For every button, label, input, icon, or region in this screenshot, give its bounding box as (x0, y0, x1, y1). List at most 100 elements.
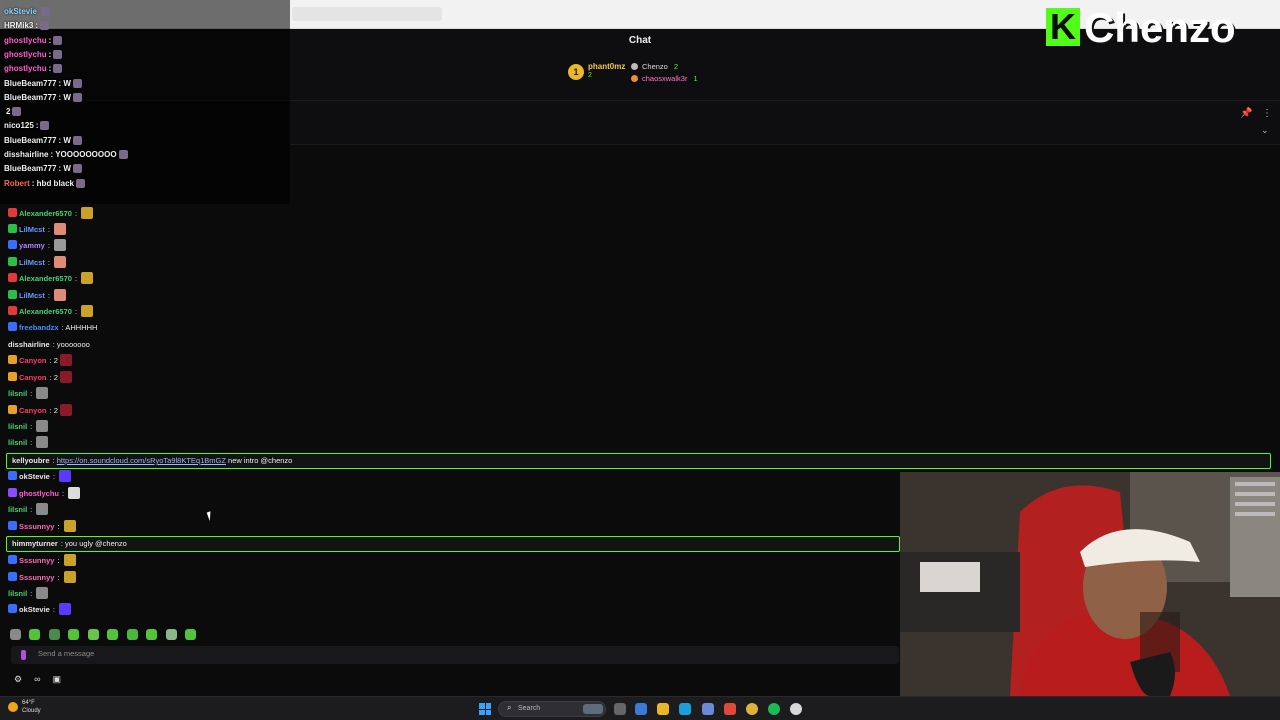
overlay-message: ghostlychu: (4, 64, 63, 74)
overlay-username: ghostlychu (4, 49, 47, 59)
emote-icon[interactable] (87, 629, 99, 641)
message-username[interactable]: yammy (19, 241, 45, 250)
message-username[interactable]: Sssunnyy (19, 522, 54, 531)
emote-icon[interactable] (165, 629, 177, 641)
message-text: 2 (53, 356, 58, 365)
chat-message: Canyon: 2 (8, 404, 72, 418)
overlay-message: BlueBeam777: W (4, 135, 82, 145)
emote-picker-icon[interactable]: ▣ (53, 674, 62, 684)
spotify-icon[interactable] (768, 703, 780, 715)
emote-icon (81, 207, 94, 219)
overlay-message: 2 (4, 107, 22, 117)
taskbar-search[interactable]: ⌕ Search (498, 701, 606, 717)
start-menu-icon[interactable] (479, 703, 491, 715)
emote-icon (54, 223, 67, 235)
gifter-avatar-icon (631, 63, 638, 70)
message-username[interactable]: LilMcst (19, 225, 45, 234)
message-username[interactable]: lilsnil (8, 438, 27, 447)
weather-cond: Cloudy (22, 708, 41, 714)
message-username[interactable]: lilsnil (8, 422, 27, 431)
message-username[interactable]: Sssunnyy (19, 556, 54, 565)
user-badge-icon (8, 405, 17, 414)
overlay-text: : (35, 121, 39, 131)
app-icon[interactable] (702, 703, 714, 715)
chat-message: freebandzx: AHHHHH (8, 321, 97, 335)
gifter-avatar-icon (631, 75, 638, 82)
overlay-username: ghostlychu (4, 64, 47, 74)
emote-icon[interactable] (126, 629, 138, 641)
message-username[interactable]: Alexander6570 (19, 274, 72, 283)
overlay-username: ghostlychu (4, 35, 47, 45)
overlay-message: ghostlychu: (4, 35, 63, 45)
gifter-row: chaosxwalk3r 1 (631, 74, 698, 83)
settings-icon[interactable]: ⚙ (14, 674, 22, 684)
emote-icon[interactable] (146, 629, 158, 641)
message-text: 2 (53, 406, 58, 415)
emote-icon (81, 272, 94, 284)
message-username[interactable]: lilsnil (8, 389, 27, 398)
emote-icon[interactable] (48, 629, 60, 641)
message-username[interactable]: disshairline (8, 340, 50, 349)
emote-icon[interactable] (68, 629, 80, 641)
emote-icon[interactable] (29, 629, 41, 641)
pin-icon[interactable]: 📌 (1240, 108, 1252, 119)
chrome-icon[interactable] (746, 703, 758, 715)
app-icon[interactable] (790, 703, 802, 715)
separator: : (74, 307, 80, 316)
chat-message: LilMcst: (8, 256, 67, 270)
message-username[interactable]: Canyon (19, 356, 47, 365)
browser-tab[interactable] (292, 7, 442, 21)
message-username[interactable]: Alexander6570 (19, 307, 72, 316)
message-username[interactable]: LilMcst (19, 291, 45, 300)
overlay-message: disshairline: YOOOOOOOOO (4, 150, 128, 159)
overlay-message: nico125: (4, 121, 50, 131)
message-username[interactable]: himmyturner (12, 539, 58, 548)
message-username[interactable]: lilsnil (8, 505, 27, 514)
message-username[interactable]: Canyon (19, 406, 47, 415)
gifter-leaderboard[interactable]: 1 phant0mz 2 Chenzo 2 chaosxwalk3r 1 (568, 61, 728, 87)
message-username[interactable]: okStevie (19, 605, 50, 614)
edge-icon[interactable] (679, 703, 691, 715)
separator: : (30, 389, 35, 398)
app-icon[interactable] (635, 703, 647, 715)
message-username[interactable]: kellyoubre (12, 456, 50, 465)
message-text: you ugly @chenzo (65, 539, 127, 548)
task-view-icon[interactable] (614, 703, 626, 715)
emote-icon (72, 135, 82, 145)
file-explorer-icon[interactable] (657, 703, 669, 715)
overlay-username: BlueBeam777 (4, 92, 57, 102)
message-username[interactable]: LilMcst (19, 258, 45, 267)
message-username[interactable]: freebandzx (19, 323, 59, 332)
chat-message: lilsnil: (8, 587, 49, 601)
message-username[interactable]: Canyon (19, 373, 47, 382)
separator: : (30, 589, 35, 598)
overlay-text: : W (58, 135, 71, 145)
message-username[interactable]: lilsnil (8, 589, 27, 598)
user-badge-icon (8, 572, 17, 581)
emote-icon (40, 121, 50, 131)
chat-message: lilsnil: (8, 387, 49, 401)
overlay-message: okStevie (4, 7, 50, 16)
separator: : (47, 291, 53, 300)
emote-icon (36, 503, 49, 515)
emote-icon[interactable] (107, 629, 119, 641)
emote-icon[interactable] (10, 629, 21, 641)
chat-tools: ⚙ ∞ ▣ (14, 674, 73, 688)
emote-icon[interactable] (185, 629, 197, 641)
message-link[interactable]: https://on.soundcloud.com/sRyoTa9l8KTEq1… (57, 456, 226, 465)
separator: : (52, 472, 58, 481)
chat-input[interactable]: Send a message (11, 646, 899, 664)
channel-logo: K Chenzo (1046, 4, 1236, 51)
message-username[interactable]: okStevie (19, 472, 50, 481)
highlighted-message: kellyoubre: https://on.soundcloud.com/sR… (6, 453, 1271, 469)
chevron-down-icon[interactable]: ⌄ (1261, 125, 1269, 136)
message-username[interactable]: Alexander6570 (19, 209, 72, 218)
overlay-text: 2 (6, 107, 11, 117)
user-badge-icon (8, 355, 17, 364)
message-username[interactable]: Sssunnyy (19, 573, 54, 582)
infinity-icon[interactable]: ∞ (34, 674, 40, 684)
more-options-icon[interactable]: ⋮ (1262, 108, 1272, 119)
app-icon[interactable] (724, 703, 736, 715)
logo-word: Chenzo (1084, 4, 1236, 51)
message-username[interactable]: ghostlychu (19, 489, 59, 498)
